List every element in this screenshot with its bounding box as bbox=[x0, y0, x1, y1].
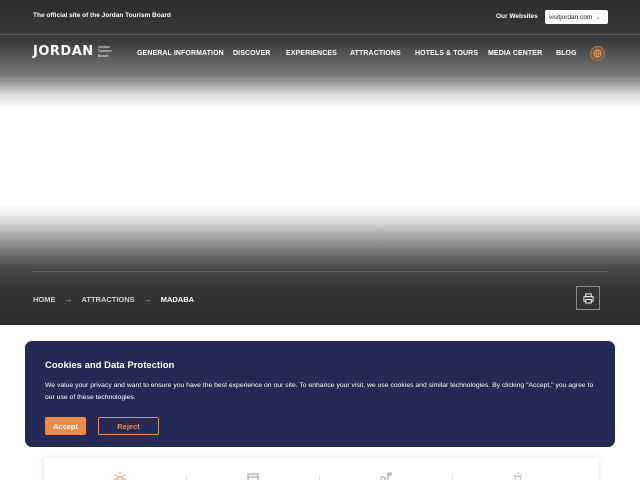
info-divider bbox=[319, 475, 320, 480]
chevron-down-icon: ⌄ bbox=[595, 14, 601, 21]
breadcrumb-attractions[interactable]: ATTRACTIONS bbox=[82, 295, 135, 304]
logo-wordmark: JORDAN bbox=[33, 44, 94, 59]
logo-subtext: Jordan Tourism Board bbox=[97, 43, 112, 58]
website-selector[interactable]: visitjordan.com ⌄ bbox=[545, 10, 608, 24]
logo[interactable]: JORDAN Jordan Tourism Board bbox=[33, 44, 120, 59]
printer-icon bbox=[582, 292, 594, 304]
info-divider bbox=[452, 475, 453, 480]
breadcrumb-current: MADABA bbox=[160, 295, 195, 304]
our-websites-label: Our Websites bbox=[496, 13, 538, 20]
cookie-text: We value your privacy and want to ensure… bbox=[45, 382, 594, 401]
nav-media-center[interactable]: MEDIA CENTER bbox=[488, 50, 542, 57]
header-divider bbox=[0, 34, 640, 35]
nav-blog[interactable]: BLOG bbox=[556, 50, 577, 57]
info-divider bbox=[186, 475, 187, 480]
breadcrumb-divider bbox=[33, 271, 608, 272]
cookie-title: Cookies and Data Protection bbox=[45, 360, 175, 371]
hero-banner: The official site of the Jordan Tourism … bbox=[0, 0, 640, 325]
breadcrumb-home[interactable]: HOME bbox=[33, 295, 56, 304]
nav-hotels-tours[interactable]: HOTELS & TOURS bbox=[415, 50, 478, 57]
cookie-actions: Accept Reject bbox=[45, 417, 159, 435]
calendar-icon bbox=[247, 473, 259, 480]
cookie-banner: Cookies and Data Protection We value you… bbox=[25, 341, 615, 447]
tagline: The official site of the Jordan Tourism … bbox=[33, 12, 171, 19]
sun-icon bbox=[114, 472, 126, 480]
arrow-right-icon: → bbox=[64, 295, 73, 304]
website-selector-value: visitjordan.com bbox=[549, 13, 593, 21]
print-button[interactable] bbox=[576, 286, 600, 310]
reject-button[interactable]: Reject bbox=[98, 417, 159, 435]
nav-attractions[interactable]: ATTRACTIONS bbox=[350, 50, 401, 57]
accept-button[interactable]: Accept bbox=[45, 417, 86, 435]
top-strip: The official site of the Jordan Tourism … bbox=[0, 0, 640, 34]
nav-experiences[interactable]: EXPERIENCES bbox=[286, 50, 337, 57]
globe-icon bbox=[593, 49, 602, 58]
nav-discover[interactable]: DISCOVER bbox=[233, 50, 270, 57]
nav-general-information[interactable]: GENERAL INFORMATION bbox=[137, 50, 224, 57]
arrow-right-icon: → bbox=[143, 295, 152, 304]
weather-icon bbox=[513, 472, 523, 480]
breadcrumb: HOME → ATTRACTIONS → MADABA bbox=[33, 295, 194, 304]
language-button[interactable] bbox=[590, 46, 605, 61]
map-pin-icon bbox=[380, 472, 392, 480]
